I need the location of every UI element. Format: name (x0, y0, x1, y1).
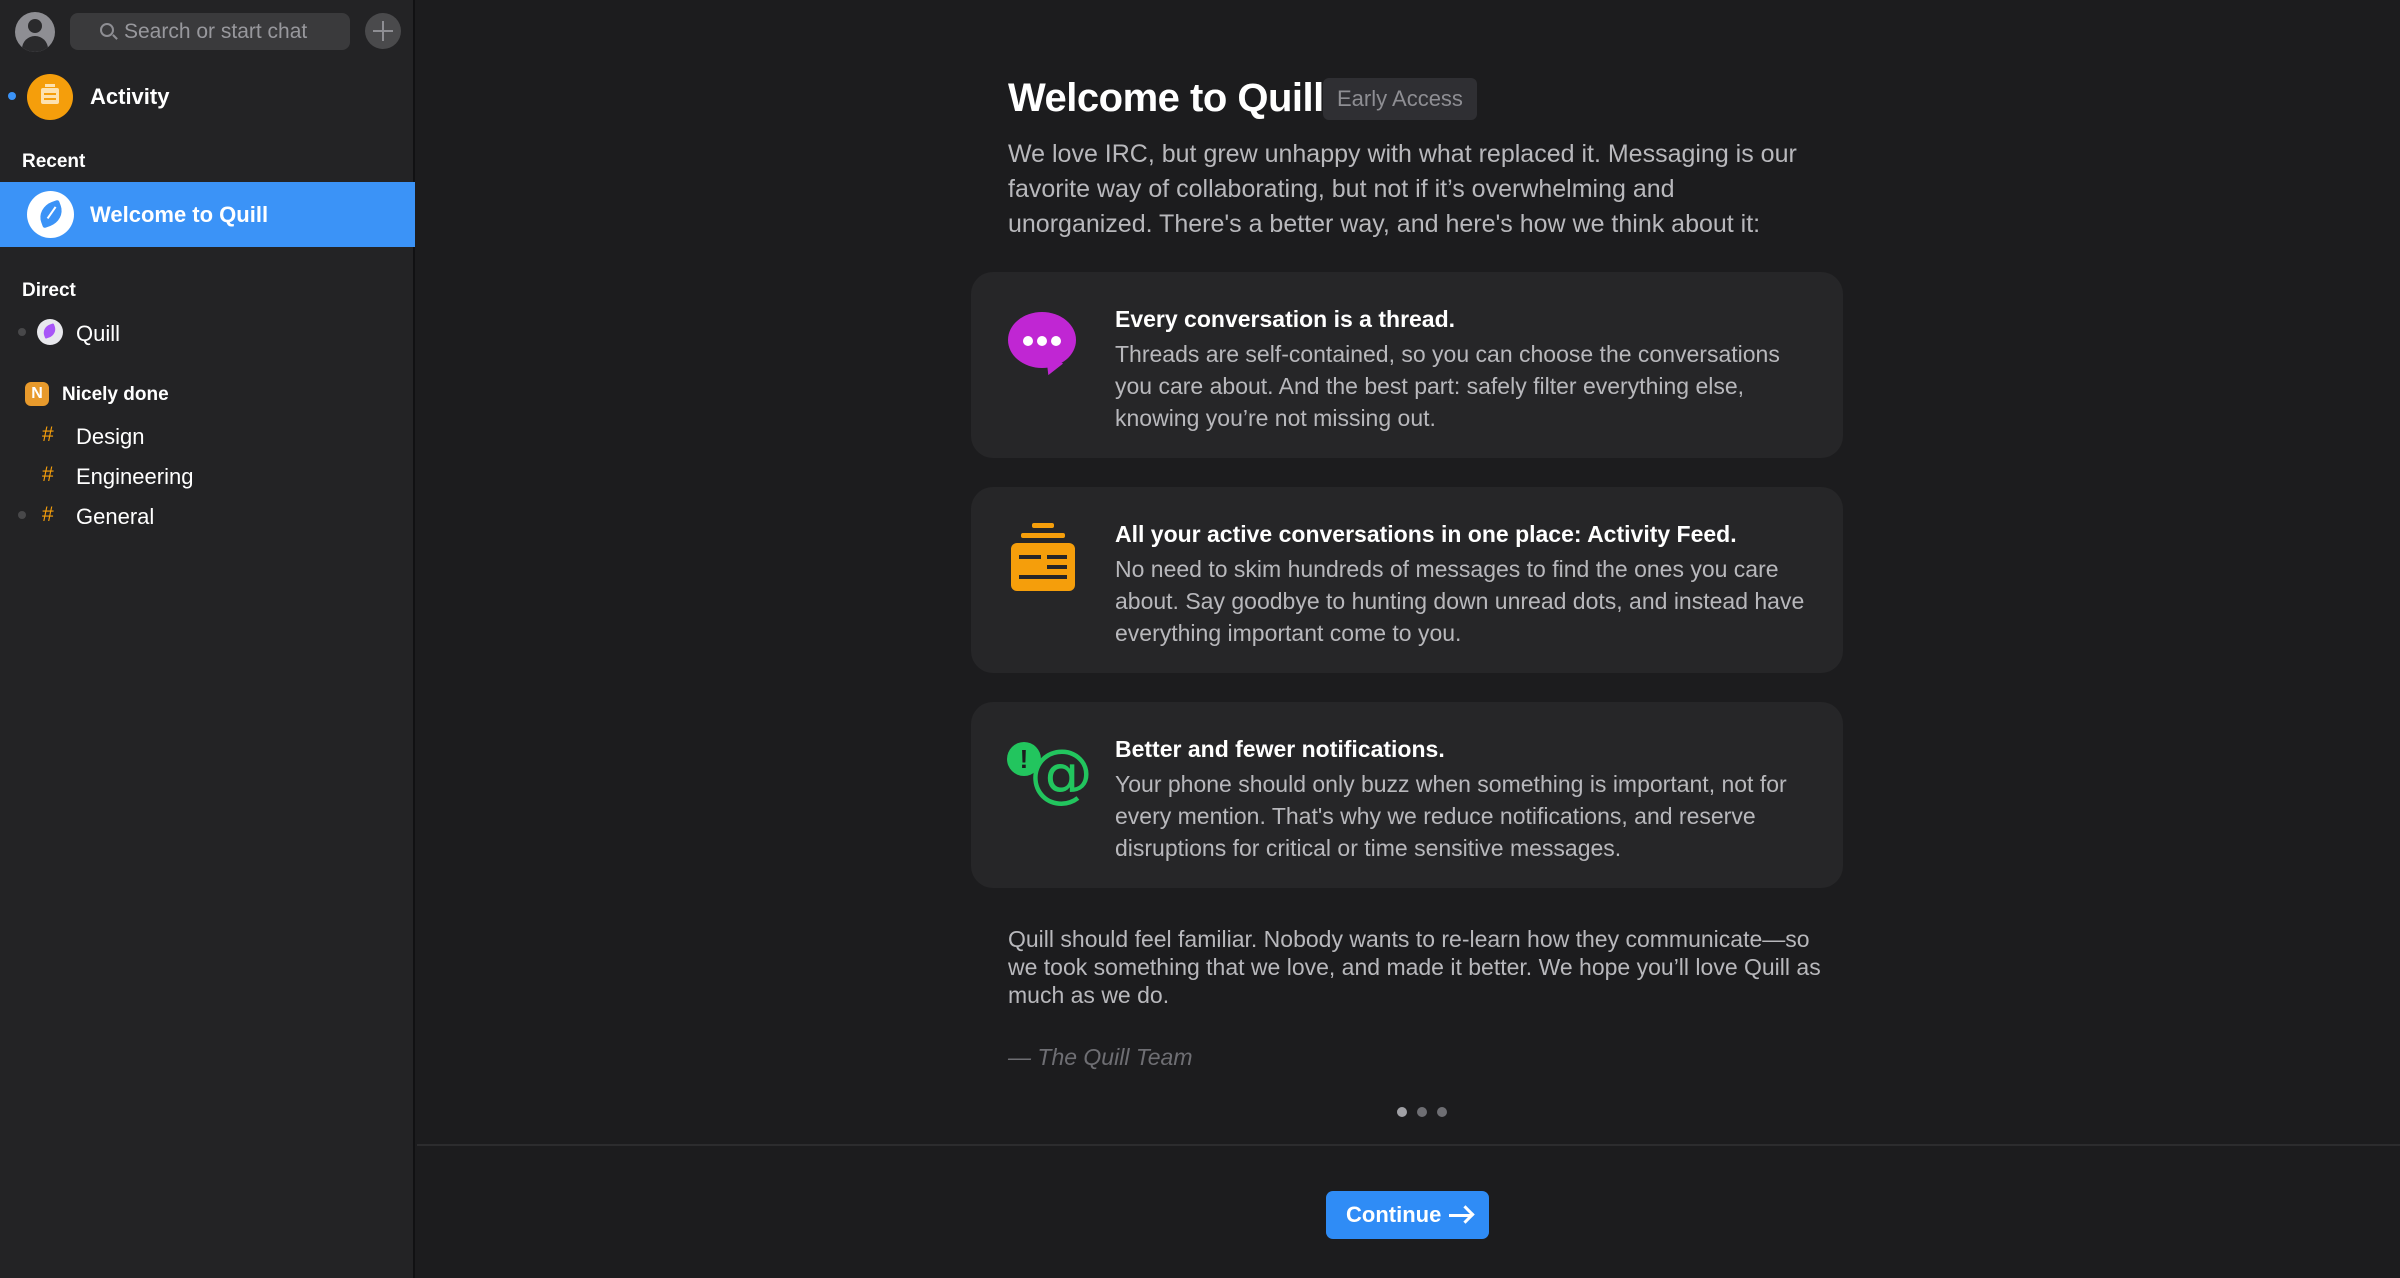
continue-button[interactable]: Continue (1326, 1191, 1489, 1239)
signature: — The Quill Team (1008, 1044, 1193, 1070)
quill-avatar-icon (37, 319, 63, 345)
quill-logo-icon (27, 191, 74, 238)
notification-mention-icon: @ ! (1007, 738, 1093, 810)
feature-title: Better and fewer notifications. (1115, 736, 1445, 762)
sidebar-topbar: Search or start chat (0, 0, 415, 62)
status-badge: Early Access (1323, 78, 1477, 120)
feature-card-threads: Every conversation is a thread. Threads … (971, 272, 1843, 458)
page-dot[interactable] (1417, 1107, 1427, 1117)
feature-title: Every conversation is a thread. (1115, 306, 1456, 332)
sidebar-item-activity[interactable]: Activity (0, 70, 415, 122)
activity-feed-icon (1007, 523, 1079, 595)
feature-description: Threads are self-contained, so you can c… (1115, 341, 1780, 431)
main-panel: Welcome to Quill Early Access We love IR… (417, 0, 2400, 1278)
footer-bar: Continue (417, 1144, 2400, 1278)
feature-description: No need to skim hundreds of messages to … (1115, 556, 1805, 646)
page-title: Welcome to Quill (1008, 76, 1324, 120)
sidebar-item-label: Design (76, 424, 145, 449)
sidebar-item-design[interactable]: # Design (0, 416, 415, 454)
continue-label: Continue (1346, 1202, 1442, 1227)
channel-hash-icon: # (42, 463, 54, 486)
sidebar-item-label: Quill (76, 321, 121, 346)
activity-feed-icon (27, 74, 73, 120)
page-dot[interactable] (1397, 1107, 1407, 1117)
feature-description: Your phone should only buzz when somethi… (1115, 771, 1787, 861)
team-initial-icon: N (25, 382, 49, 406)
sidebar-item-engineering[interactable]: # Engineering (0, 456, 415, 494)
page-dot[interactable] (1437, 1107, 1447, 1117)
sidebar-item-quill[interactable]: Quill (0, 313, 415, 351)
intro-text: We love IRC, but grew unhappy with what … (1008, 140, 1797, 238)
user-avatar[interactable] (15, 12, 55, 52)
sidebar: Search or start chat Activity Recent Wel… (0, 0, 415, 1278)
section-label-recent: Recent (22, 151, 86, 172)
unread-dot (8, 92, 16, 100)
sidebar-item-label: Engineering (76, 464, 194, 489)
arrow-right-icon (1449, 1214, 1471, 1217)
outro-text: Quill should feel familiar. Nobody wants… (1008, 926, 1821, 1008)
feature-card-notifications: @ ! Better and fewer notifications. Your… (971, 702, 1843, 888)
sidebar-item-welcome-to-quill[interactable]: Welcome to Quill (0, 182, 415, 247)
team-label: Nicely done (62, 384, 169, 405)
channel-hash-icon: # (42, 503, 54, 526)
channel-hash-icon: # (42, 423, 54, 446)
new-chat-button[interactable] (365, 13, 401, 49)
sidebar-item-label: Activity (90, 84, 170, 109)
search-placeholder: Search or start chat (124, 19, 308, 43)
page-indicator[interactable] (1397, 1107, 1457, 1117)
section-label-direct: Direct (22, 280, 76, 301)
chat-bubble-icon (1007, 308, 1079, 380)
feature-title: All your active conversations in one pla… (1115, 521, 1737, 547)
sidebar-item-label: General (76, 504, 155, 529)
search-icon (100, 23, 114, 37)
search-input[interactable]: Search or start chat (70, 13, 350, 50)
unread-dot (18, 511, 26, 519)
feature-card-activity-feed: All your active conversations in one pla… (971, 487, 1843, 673)
sidebar-item-general[interactable]: # General (0, 496, 415, 534)
sidebar-item-label: Welcome to Quill (90, 202, 269, 227)
presence-dot (18, 328, 26, 336)
team-header-nicely-done[interactable]: N Nicely done (0, 375, 415, 413)
